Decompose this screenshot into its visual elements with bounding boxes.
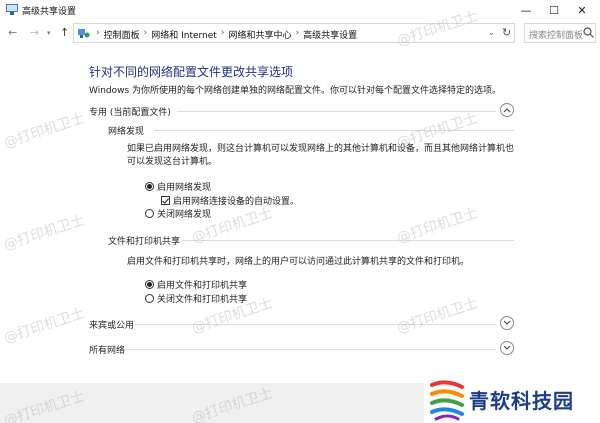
title-bar: 高级共享设置 — ☐ ✕: [0, 0, 600, 20]
subsection-network-discovery: 网络发现: [108, 123, 514, 137]
network-discovery-off-option[interactable]: 关闭网络发现: [145, 207, 211, 220]
file-sharing-off-option[interactable]: 关闭文件和打印机共享: [145, 292, 247, 305]
back-button[interactable]: ←: [8, 26, 17, 39]
main-content: 针对不同的网络配置文件更改共享选项 Windows 为你所使用的每个网络创建单独…: [0, 46, 600, 423]
address-toolbar: ← → ▾ ↑ › 控制面板 › 网络和 Internet › 网络和共享中心 …: [0, 20, 600, 46]
section-guest-public[interactable]: 来宾或公用: [89, 316, 514, 332]
search-placeholder: 搜索控制面板: [529, 31, 584, 41]
section-private-label: 专用 (当前配置文件): [89, 108, 171, 118]
minimize-button[interactable]: —: [512, 0, 540, 20]
breadcrumb-control-panel[interactable]: 控制面板: [104, 28, 140, 41]
close-button[interactable]: ✕: [568, 0, 596, 20]
section-guest-public-label: 来宾或公用: [89, 321, 135, 331]
auto-setup-label: 启用网络连接设备的自动设置。: [173, 197, 300, 207]
breadcrumb-network-internet[interactable]: 网络和 Internet: [151, 28, 217, 41]
radio-button[interactable]: [145, 280, 154, 289]
brand-mark-icon: [430, 380, 464, 421]
breadcrumb-separator: ›: [96, 28, 100, 38]
section-all-networks-label: 所有网络: [89, 346, 126, 356]
divider: [182, 240, 514, 241]
address-bar[interactable]: › 控制面板 › 网络和 Internet › 网络和共享中心 › 高级共享设置…: [73, 23, 515, 43]
network-discovery-on-label: 启用网络发现: [157, 183, 212, 193]
network-discovery-description: 如果已启用网络发现，则这台计算机可以发现网络上的其他计算机和设备，而且其他网络计…: [127, 143, 514, 169]
breadcrumb-separator[interactable]: ›: [221, 28, 225, 41]
radio-button[interactable]: [145, 294, 154, 303]
radio-button[interactable]: [145, 209, 154, 218]
window-title: 高级共享设置: [22, 7, 77, 17]
radio-selected-dot: [147, 282, 152, 287]
address-dropdown-button[interactable]: ⌄: [488, 28, 495, 37]
section-all-networks[interactable]: 所有网络: [89, 341, 514, 357]
breadcrumb-separator[interactable]: ›: [295, 28, 299, 41]
recent-locations-button[interactable]: ▾: [47, 29, 51, 37]
section-private[interactable]: 专用 (当前配置文件): [89, 103, 514, 119]
breadcrumb-network-sharing-center[interactable]: 网络和共享中心: [228, 28, 291, 41]
breadcrumb-advanced-sharing[interactable]: 高级共享设置: [303, 28, 357, 41]
divider: [125, 349, 496, 350]
network-discovery-label: 网络发现: [108, 127, 145, 137]
file-printer-sharing-label: 文件和打印机共享: [108, 237, 181, 247]
brand-name: 青软科技园: [469, 389, 574, 413]
search-icon[interactable]: [583, 27, 594, 38]
chevron-up-icon[interactable]: [500, 103, 514, 117]
brand-logo: 青软科技园: [424, 373, 600, 423]
file-sharing-on-label: 启用文件和打印机共享: [157, 281, 248, 291]
page-description: Windows 为你所使用的每个网络创建单独的网络配置文件。你可以针对每个配置文…: [89, 86, 502, 96]
radio-selected-dot: [147, 184, 152, 189]
radio-button[interactable]: [145, 182, 154, 191]
chevron-down-icon[interactable]: [500, 316, 514, 330]
refresh-button[interactable]: ↻: [502, 26, 511, 39]
up-button[interactable]: ↑: [60, 26, 69, 39]
auto-setup-checkbox-option[interactable]: 启用网络连接设备的自动设置。: [161, 194, 299, 207]
network-settings-icon: [6, 4, 18, 15]
search-input[interactable]: 搜索控制面板: [524, 23, 596, 43]
subsection-file-printer-sharing: 文件和打印机共享: [108, 233, 514, 247]
control-panel-icon: [78, 29, 90, 38]
network-discovery-on-option[interactable]: 启用网络发现: [145, 180, 211, 193]
breadcrumb-separator[interactable]: ›: [144, 28, 148, 41]
file-printer-sharing-description: 启用文件和打印机共享时，网络上的用户可以访问通过此计算机共享的文件和打印机。: [127, 257, 470, 267]
chevron-down-icon[interactable]: [500, 341, 514, 355]
checkbox[interactable]: [161, 196, 170, 205]
description-line: 如果已启用网络发现，则这台计算机可以发现网络上的其他计算机和设备，而且其他网络计…: [127, 144, 515, 154]
file-sharing-on-option[interactable]: 启用文件和打印机共享: [145, 278, 247, 291]
divider: [177, 111, 496, 112]
breadcrumb: › 控制面板 › 网络和 Internet › 网络和共享中心 › 高级共享设置: [96, 28, 357, 41]
maximize-button[interactable]: ☐: [540, 0, 568, 20]
divider: [135, 324, 496, 325]
divider: [154, 130, 514, 131]
description-line: 可以发现这台计算机。: [127, 157, 218, 167]
network-discovery-off-label: 关闭网络发现: [157, 210, 212, 220]
forward-button[interactable]: →: [30, 26, 39, 39]
page-title: 针对不同的网络配置文件更改共享选项: [89, 65, 294, 79]
file-sharing-off-label: 关闭文件和打印机共享: [157, 295, 248, 305]
